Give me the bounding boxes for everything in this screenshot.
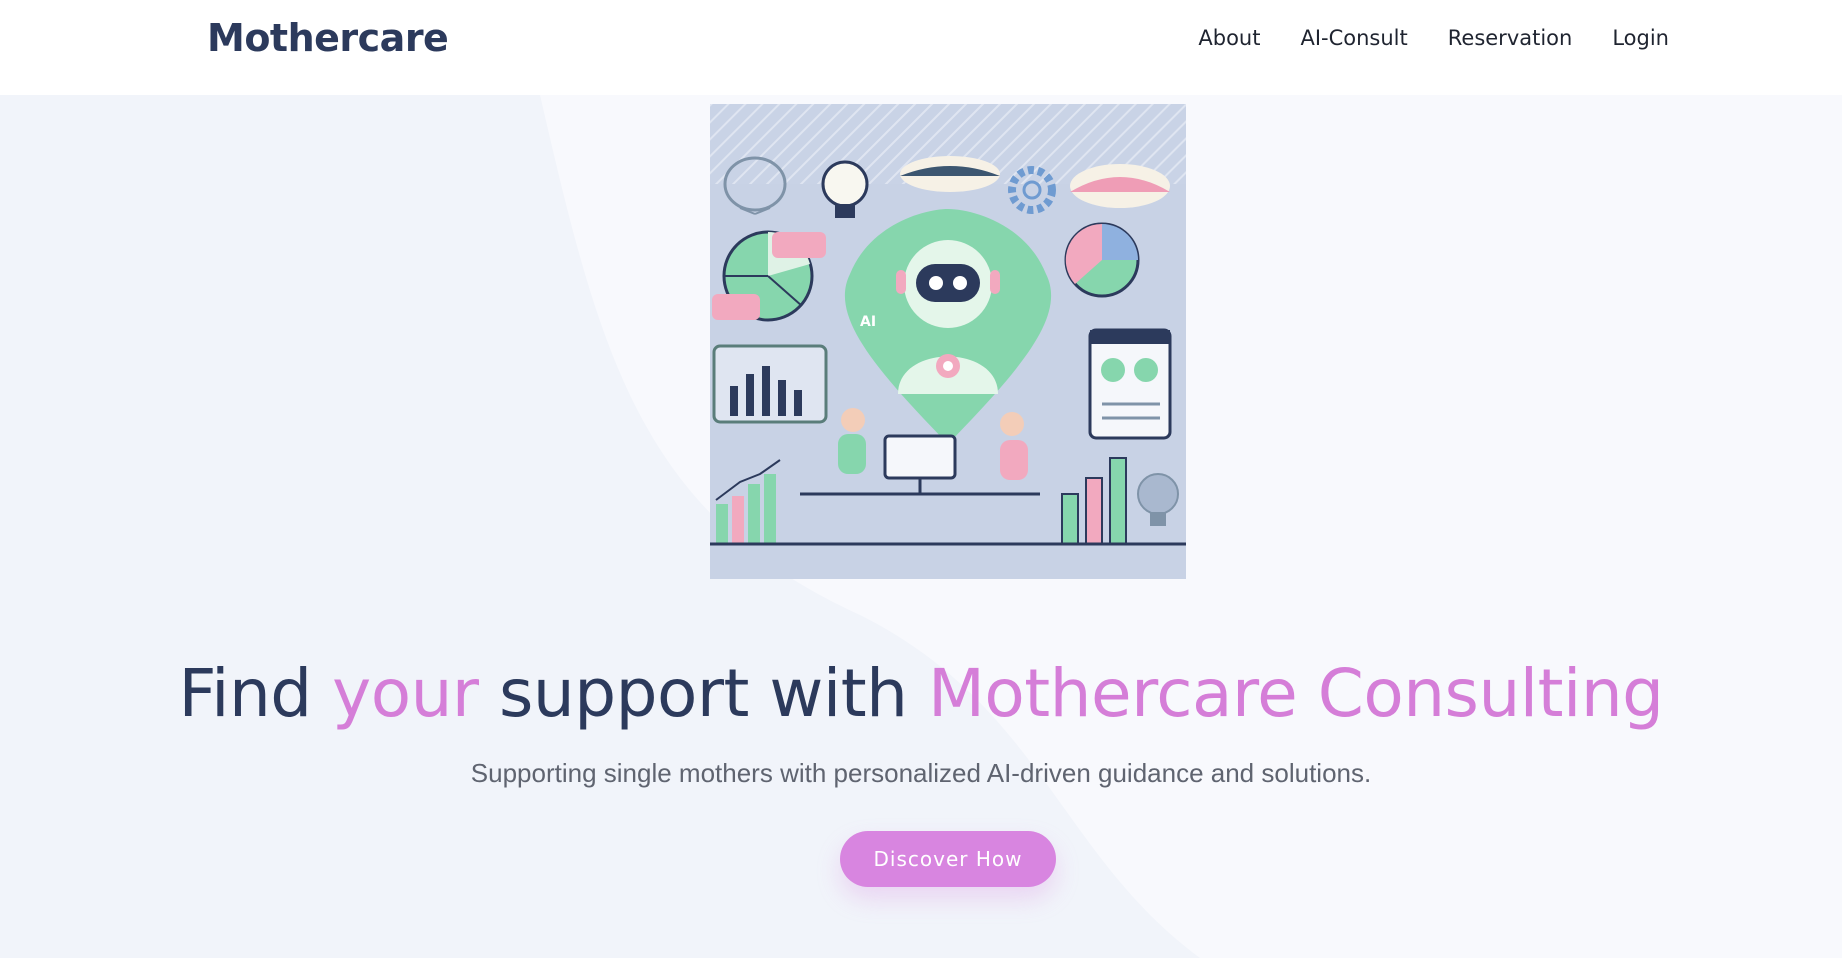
hero-illustration: AI xyxy=(710,104,1186,579)
headline-accent-brand: Mothercare Consulting xyxy=(927,655,1664,732)
nav-link-reservation[interactable]: Reservation xyxy=(1448,26,1573,50)
brand-logo[interactable]: Mothercare xyxy=(207,16,449,60)
discover-how-button[interactable]: Discover How xyxy=(840,831,1056,887)
hero-section: AI Find your support with Mothercare Con… xyxy=(0,95,1842,958)
hero-headline: Find your support with Mothercare Consul… xyxy=(0,655,1842,732)
headline-text-2: support with xyxy=(478,655,928,732)
nav-link-login[interactable]: Login xyxy=(1612,26,1669,50)
main-nav: About AI-Consult Reservation Login xyxy=(1198,26,1669,50)
headline-text-1: Find xyxy=(178,655,333,732)
illustration-ai-label: AI xyxy=(860,314,876,330)
hero-subtitle: Supporting single mothers with personali… xyxy=(470,758,1372,788)
headline-accent-your: your xyxy=(332,655,479,732)
top-navigation-bar: Mothercare About AI-Consult Reservation … xyxy=(0,0,1842,95)
nav-link-about[interactable]: About xyxy=(1198,26,1260,50)
nav-link-ai-consult[interactable]: AI-Consult xyxy=(1300,26,1407,50)
